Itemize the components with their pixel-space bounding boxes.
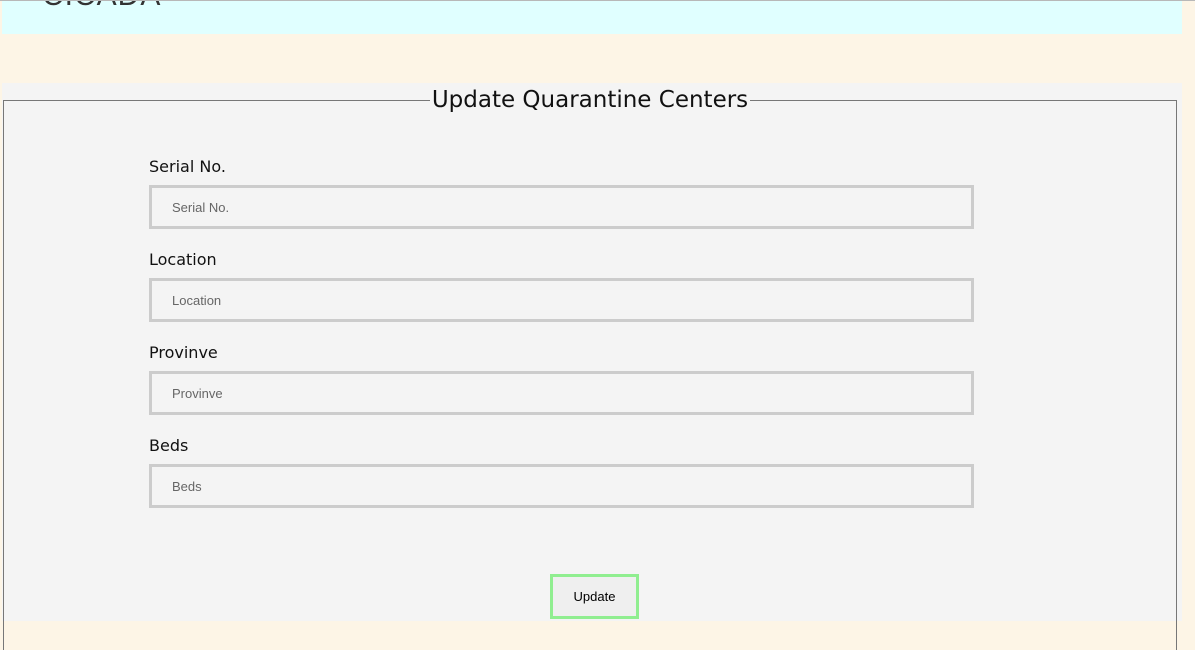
serial-no-field: Serial No. (149, 157, 974, 229)
beds-field: Beds (149, 436, 974, 508)
province-label: Provinve (149, 343, 218, 362)
province-input[interactable] (149, 371, 974, 415)
logo[interactable]: CICADA (42, 1, 161, 13)
form-title: Update Quarantine Centers (431, 87, 749, 113)
serial-no-label: Serial No. (149, 157, 226, 176)
beds-label: Beds (149, 436, 189, 455)
form-section: Update Quarantine Centers Serial No. Loc… (2, 83, 1182, 650)
beds-input[interactable] (149, 464, 974, 508)
province-field: Provinve (149, 343, 974, 415)
header: CICADA (2, 1, 1182, 34)
location-input[interactable] (149, 278, 974, 322)
location-field: Location (149, 250, 974, 322)
update-button[interactable]: Update (550, 574, 639, 619)
location-label: Location (149, 250, 217, 269)
update-form: Update Quarantine Centers Serial No. Loc… (3, 87, 1177, 650)
serial-no-input[interactable] (149, 185, 974, 229)
